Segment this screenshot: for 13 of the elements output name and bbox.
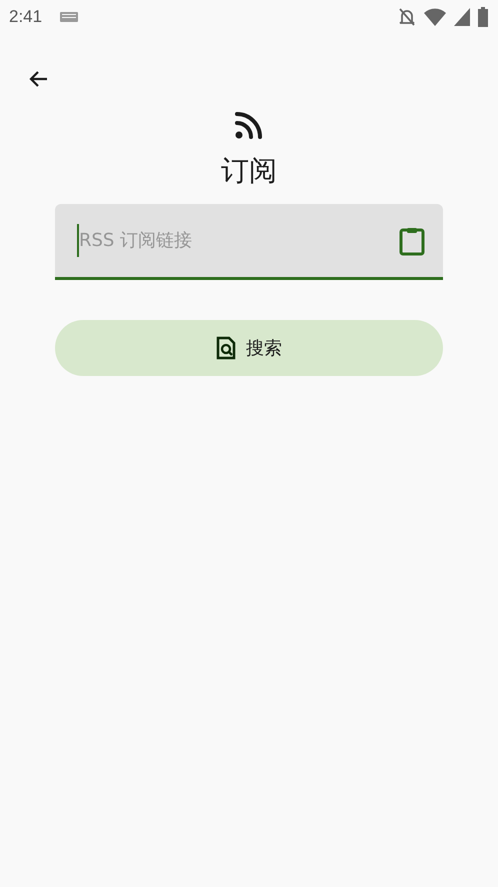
search-button[interactable]: 搜索 [55,320,443,376]
rss-url-input[interactable]: RSS 订阅链接 [77,224,399,257]
page-title: 订阅 [221,153,277,189]
rss-url-field[interactable]: RSS 订阅链接 [55,204,443,280]
file-search-icon [216,336,236,360]
signal-icon [454,8,470,26]
rss-icon [234,110,264,140]
keyboard-icon [60,12,78,22]
clipboard-icon[interactable] [399,226,425,256]
bell-off-icon [398,7,416,27]
status-time: 2:41 [9,7,42,27]
battery-icon [478,7,488,27]
wifi-icon [424,8,446,26]
